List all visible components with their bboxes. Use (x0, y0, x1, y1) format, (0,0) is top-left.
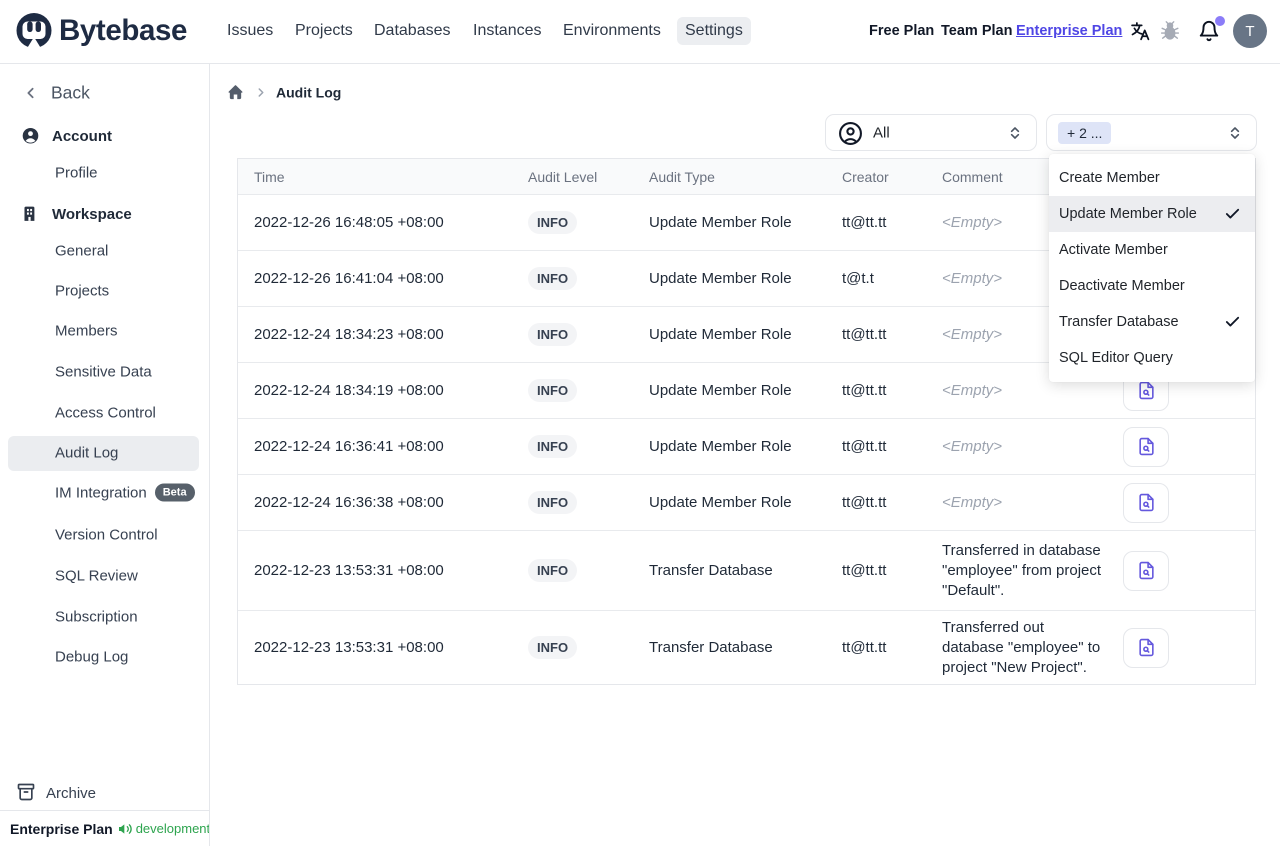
svg-text:Bytebase: Bytebase (59, 14, 187, 47)
